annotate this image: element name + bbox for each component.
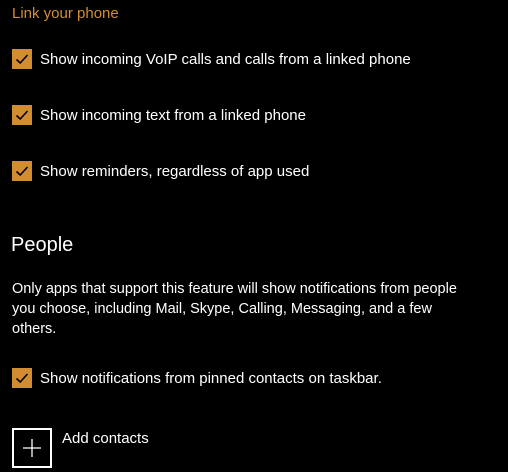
pinned-contacts-label: Show notifications from pinned contacts … <box>40 369 382 387</box>
checkmark-icon <box>15 110 29 121</box>
checkmark-icon <box>15 373 29 384</box>
add-contacts-button[interactable]: Add contacts <box>12 428 149 468</box>
reminders-label: Show reminders, regardless of app used <box>40 162 310 180</box>
people-description: Only apps that support this feature will… <box>12 281 457 337</box>
checkmark-icon <box>15 166 29 177</box>
link-your-phone-heading: Link your phone <box>12 5 119 22</box>
plus-icon <box>23 439 41 457</box>
checkmark-icon <box>15 54 29 65</box>
voip-calls-label: Show incoming VoIP calls and calls from … <box>40 50 411 68</box>
pinned-contacts-checkbox[interactable] <box>12 368 32 388</box>
incoming-text-label: Show incoming text from a linked phone <box>40 106 306 124</box>
add-contacts-box[interactable] <box>12 428 52 468</box>
incoming-text-checkbox[interactable] <box>12 105 32 125</box>
pinned-contacts-option[interactable]: Show notifications from pinned contacts … <box>12 367 382 389</box>
people-heading: People <box>11 234 74 256</box>
reminders-option[interactable]: Show reminders, regardless of app used <box>12 160 309 182</box>
voip-calls-option[interactable]: Show incoming VoIP calls and calls from … <box>12 48 411 70</box>
add-contacts-label: Add contacts <box>62 430 149 447</box>
voip-calls-checkbox[interactable] <box>12 49 32 69</box>
reminders-checkbox[interactable] <box>12 161 32 181</box>
incoming-text-option[interactable]: Show incoming text from a linked phone <box>12 104 306 126</box>
